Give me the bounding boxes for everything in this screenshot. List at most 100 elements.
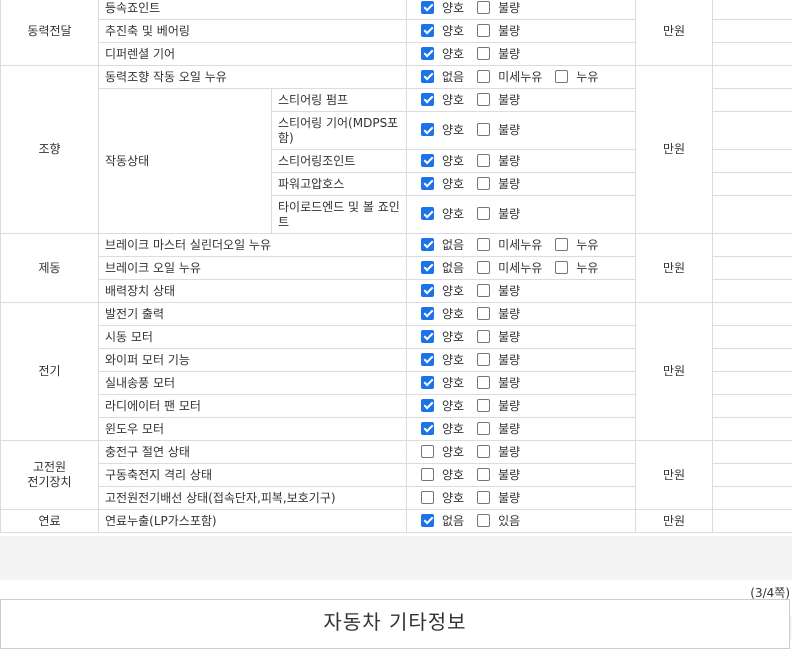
checkbox[interactable] xyxy=(477,24,490,37)
checkbox[interactable] xyxy=(477,376,490,389)
checkbox[interactable] xyxy=(421,261,434,274)
option[interactable]: 불량 xyxy=(477,177,520,192)
checkbox[interactable] xyxy=(477,399,490,412)
item-cell: 배력장치 상태 xyxy=(99,280,407,303)
checkbox[interactable] xyxy=(477,307,490,320)
checkbox[interactable] xyxy=(421,307,434,320)
checkbox[interactable] xyxy=(421,468,434,481)
option[interactable]: 불량 xyxy=(477,491,520,506)
checkbox[interactable] xyxy=(421,422,434,435)
option[interactable]: 불량 xyxy=(477,47,520,62)
option[interactable]: 미세누유 xyxy=(477,238,542,253)
checkbox[interactable] xyxy=(477,445,490,458)
option[interactable]: 양호 xyxy=(421,284,464,299)
checkbox[interactable] xyxy=(477,468,490,481)
option[interactable]: 양호 xyxy=(421,177,464,192)
checkbox[interactable] xyxy=(421,284,434,297)
option[interactable]: 불량 xyxy=(477,154,520,169)
option[interactable]: 불량 xyxy=(477,445,520,460)
checkbox[interactable] xyxy=(421,24,434,37)
option[interactable]: 양호 xyxy=(421,491,464,506)
option[interactable]: 없음 xyxy=(421,514,464,529)
option[interactable]: 불량 xyxy=(477,353,520,368)
checkbox[interactable] xyxy=(421,376,434,389)
checkbox[interactable] xyxy=(477,1,490,14)
option[interactable]: 불량 xyxy=(477,1,520,16)
checkbox[interactable] xyxy=(421,445,434,458)
checkbox[interactable] xyxy=(421,330,434,343)
option[interactable]: 누유 xyxy=(555,70,598,85)
checkbox[interactable] xyxy=(477,491,490,504)
option[interactable]: 양호 xyxy=(421,399,464,414)
option[interactable]: 불량 xyxy=(477,399,520,414)
checkbox[interactable] xyxy=(477,238,490,251)
option[interactable]: 양호 xyxy=(421,353,464,368)
checkbox[interactable] xyxy=(421,70,434,83)
option[interactable]: 불량 xyxy=(477,376,520,391)
option-label: 양호 xyxy=(442,376,464,390)
checkbox[interactable] xyxy=(477,422,490,435)
option[interactable]: 불량 xyxy=(477,93,520,108)
option[interactable]: 불량 xyxy=(477,24,520,39)
checkbox[interactable] xyxy=(477,207,490,220)
option[interactable]: 양호 xyxy=(421,422,464,437)
checkbox[interactable] xyxy=(477,47,490,60)
option[interactable]: 양호 xyxy=(421,468,464,483)
option[interactable]: 불량 xyxy=(477,284,520,299)
option[interactable]: 양호 xyxy=(421,24,464,39)
option[interactable]: 불량 xyxy=(477,422,520,437)
checkbox[interactable] xyxy=(421,238,434,251)
checkbox[interactable] xyxy=(421,491,434,504)
checkbox[interactable] xyxy=(421,207,434,220)
option[interactable]: 없음 xyxy=(421,261,464,276)
option[interactable]: 누유 xyxy=(555,238,598,253)
option[interactable]: 불량 xyxy=(477,207,520,222)
checkbox[interactable] xyxy=(421,123,434,136)
checkbox[interactable] xyxy=(477,284,490,297)
checkbox[interactable] xyxy=(477,330,490,343)
checkbox[interactable] xyxy=(421,399,434,412)
option-label: 불량 xyxy=(498,24,520,38)
option[interactable]: 누유 xyxy=(555,261,598,276)
checkbox[interactable] xyxy=(421,47,434,60)
option[interactable]: 양호 xyxy=(421,445,464,460)
option[interactable]: 양호 xyxy=(421,330,464,345)
option[interactable]: 있음 xyxy=(477,514,520,529)
item-label: 디퍼렌셜 기어 xyxy=(105,47,175,61)
option[interactable]: 없음 xyxy=(421,238,464,253)
option[interactable]: 양호 xyxy=(421,154,464,169)
option[interactable]: 불량 xyxy=(477,307,520,322)
checkbox[interactable] xyxy=(477,154,490,167)
option[interactable]: 양호 xyxy=(421,376,464,391)
option[interactable]: 양호 xyxy=(421,93,464,108)
checkbox[interactable] xyxy=(421,154,434,167)
checkbox[interactable] xyxy=(477,514,490,527)
option[interactable]: 양호 xyxy=(421,1,464,16)
checkbox[interactable] xyxy=(477,123,490,136)
option[interactable]: 미세누유 xyxy=(477,70,542,85)
option[interactable]: 양호 xyxy=(421,123,464,138)
checkbox[interactable] xyxy=(555,261,568,274)
checkbox[interactable] xyxy=(477,261,490,274)
checkbox[interactable] xyxy=(421,353,434,366)
checkbox[interactable] xyxy=(421,177,434,190)
option[interactable]: 없음 xyxy=(421,70,464,85)
checkbox[interactable] xyxy=(477,70,490,83)
option[interactable]: 양호 xyxy=(421,307,464,322)
option[interactable]: 불량 xyxy=(477,468,520,483)
option[interactable]: 양호 xyxy=(421,207,464,222)
option[interactable]: 불량 xyxy=(477,330,520,345)
checkbox[interactable] xyxy=(555,70,568,83)
checkbox[interactable] xyxy=(477,93,490,106)
checkbox[interactable] xyxy=(477,353,490,366)
option[interactable]: 양호 xyxy=(421,47,464,62)
checkbox[interactable] xyxy=(421,1,434,14)
checkbox[interactable] xyxy=(421,514,434,527)
option-label: 양호 xyxy=(442,177,464,191)
checkbox[interactable] xyxy=(555,238,568,251)
checkbox[interactable] xyxy=(477,177,490,190)
option[interactable]: 불량 xyxy=(477,123,520,138)
checkbox[interactable] xyxy=(421,93,434,106)
option-label: 누유 xyxy=(576,261,598,275)
option[interactable]: 미세누유 xyxy=(477,261,542,276)
